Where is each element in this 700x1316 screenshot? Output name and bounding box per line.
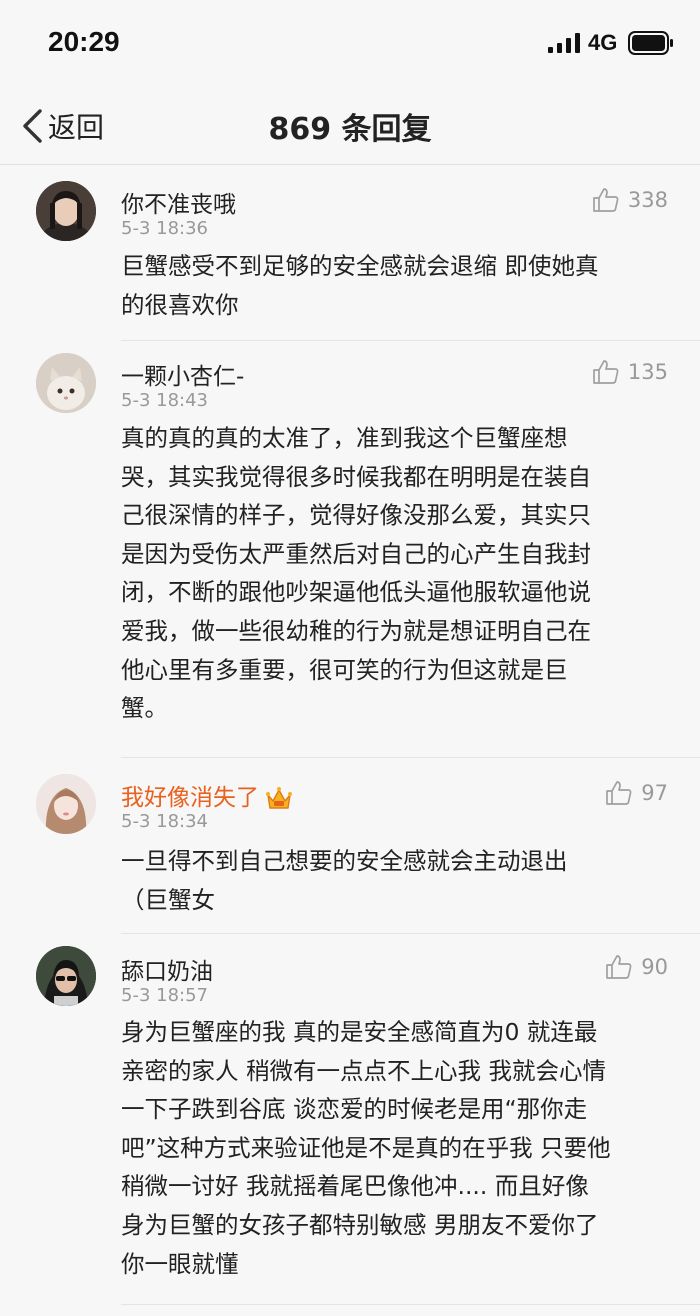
comment-line: 哭，其实我觉得很多时候我都在明明是在装自 xyxy=(121,462,591,491)
comment-line: （巨蟹女 xyxy=(121,885,215,914)
timestamp: 5-3 18:43 xyxy=(121,390,208,411)
comment-item: 我好像消失了 5-3 18:34 97 一旦得不到自己想要的安全感就会主动退出 … xyxy=(0,758,700,934)
thumbs-up-icon xyxy=(606,955,632,979)
comment-line: 身为巨蟹座的我 真的是安全感简直为0 就连最 xyxy=(121,1018,598,1046)
comment-line: 蟹。 xyxy=(121,694,168,723)
comment-line: 稍微一讨好 我就摇着尾巴像他冲.... 而且好像 xyxy=(121,1172,589,1201)
avatar[interactable] xyxy=(36,946,96,1006)
like-button[interactable]: 135 xyxy=(592,359,668,385)
thumbs-up-icon xyxy=(593,188,619,212)
comment-item: 舔口奶油 5-3 18:57 90 身为巨蟹座的我 真的是安全感简直为0 就连最… xyxy=(0,934,700,1316)
comment-line: 爱我，做一些很幼稚的行为就是想证明自己在 xyxy=(121,616,591,645)
comment-line: 的很喜欢你 xyxy=(121,290,239,319)
comment-line: 他心里有多重要，很可笑的行为但这就是巨 xyxy=(121,655,568,684)
like-count: 135 xyxy=(627,360,668,384)
comment-text: 真的真的真的太准了，准到我这个巨蟹座想 哭，其实我觉得很多时候我都在明明是在装自… xyxy=(121,419,669,728)
comment-line: 一下子跌到谷底 谈恋爱的时候老是用“那你走 xyxy=(121,1095,588,1124)
comment-line: 真的真的真的太准了，准到我这个巨蟹座想 xyxy=(121,424,568,452)
comment-line: 是因为受伤太严重然后对自己的心产生自我封 xyxy=(121,539,591,568)
comment-text: 一旦得不到自己想要的安全感就会主动退出 （巨蟹女 xyxy=(121,842,669,919)
comment-line: 你一眼就懂 xyxy=(121,1249,239,1278)
username[interactable]: 我好像消失了 xyxy=(121,778,293,813)
comment-line: 己很深情的样子，觉得好像没那么爱，其实只 xyxy=(121,501,591,530)
like-count: 90 xyxy=(641,955,668,979)
username[interactable]: 一颗小杏仁- xyxy=(121,357,244,391)
status-time: 20:29 xyxy=(48,26,120,57)
crown-icon xyxy=(266,786,292,809)
comment-line: 一旦得不到自己想要的安全感就会主动退出 xyxy=(121,847,568,875)
comment-line: 吧”这种方式来验证他是不是真的在乎我 只要他 xyxy=(121,1133,611,1162)
avatar[interactable] xyxy=(36,774,96,834)
like-button[interactable]: 97 xyxy=(605,780,668,806)
like-count: 338 xyxy=(627,188,668,212)
username-text: 我好像消失了 xyxy=(121,785,259,811)
page-title: 869 条回复 xyxy=(268,112,432,147)
avatar-image xyxy=(36,774,96,834)
thumbs-up-icon xyxy=(593,360,619,384)
avatar[interactable] xyxy=(36,353,96,413)
avatar-image xyxy=(36,181,96,241)
comment-line: 闭，不断的跟他吵架逼他低头逼他服软逼他说 xyxy=(121,578,591,607)
username[interactable]: 舔口奶油 xyxy=(121,952,213,986)
comment-line: 巨蟹感受不到足够的安全感就会退缩 即使她真 xyxy=(121,252,599,280)
comment-line: 亲密的家人 稍微有一点点不上心我 我就会心情 xyxy=(121,1056,606,1085)
like-button[interactable]: 90 xyxy=(605,954,668,980)
timestamp: 5-3 18:57 xyxy=(121,985,208,1006)
comment-line: 身为巨蟹的女孩子都特别敏感 男朋友不爱你了 xyxy=(121,1210,599,1239)
divider xyxy=(121,1304,700,1305)
comment-text: 身为巨蟹座的我 真的是安全感简直为0 就连最 亲密的家人 稍微有一点点不上心我 … xyxy=(121,1013,669,1283)
timestamp: 5-3 18:34 xyxy=(121,811,208,832)
signal-bars-icon xyxy=(548,33,580,53)
avatar-image xyxy=(36,353,96,413)
like-button[interactable]: 338 xyxy=(592,187,668,213)
like-count: 97 xyxy=(641,781,668,805)
username[interactable]: 你不准丧哦 xyxy=(121,185,236,219)
battery-icon xyxy=(628,31,673,55)
nav-bar: 返回 869 条回复 xyxy=(0,88,700,165)
avatar-image xyxy=(36,946,96,1006)
comment-text: 巨蟹感受不到足够的安全感就会退缩 即使她真 的很喜欢你 xyxy=(121,247,669,324)
thumbs-up-icon xyxy=(606,781,632,805)
comment-item: 一颗小杏仁- 5-3 18:43 135 真的真的真的太准了，准到我这个巨蟹座想… xyxy=(0,341,700,758)
status-bar: 20:29 4G xyxy=(0,0,700,88)
avatar[interactable] xyxy=(36,181,96,241)
network-type: 4G xyxy=(588,30,618,55)
comment-item: 你不准丧哦 5-3 18:36 338 巨蟹感受不到足够的安全感就会退缩 即使她… xyxy=(0,165,700,341)
timestamp: 5-3 18:36 xyxy=(121,218,208,239)
